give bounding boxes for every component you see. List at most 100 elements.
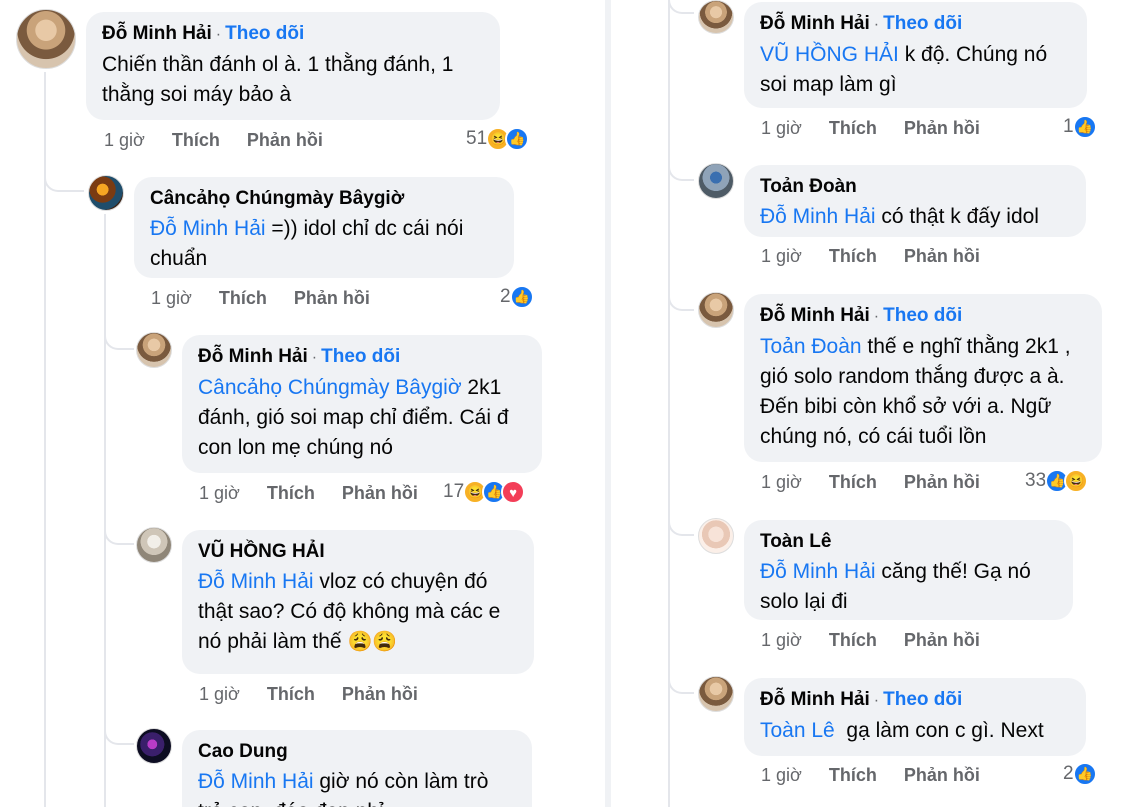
author-name[interactable]: Đỗ Minh Hải: [760, 305, 870, 326]
timestamp[interactable]: 1 giờ: [151, 288, 192, 308]
haha-icon: 😆: [1064, 469, 1089, 493]
like-button[interactable]: Thích: [267, 684, 315, 704]
avatar[interactable]: [698, 292, 734, 328]
like-icon: 👍: [1072, 762, 1097, 786]
author-name[interactable]: VŨ HỒNG HẢI: [198, 540, 518, 564]
mention-link[interactable]: Đỗ Minh Hải: [150, 217, 266, 240]
reaction-count: 2: [1063, 763, 1074, 784]
timestamp[interactable]: 1 giờ: [761, 246, 802, 266]
author-name[interactable]: Đỗ Minh Hải: [102, 23, 212, 44]
comment-text: Đỗ Minh Hải giờ nó còn làm trò trẻ con, …: [198, 770, 489, 807]
avatar[interactable]: [136, 728, 172, 764]
reply-button[interactable]: Phản hồi: [342, 684, 418, 704]
comment-actions: 1 giờ Thích Phản hồi: [199, 684, 440, 705]
reply-button[interactable]: Phản hồi: [904, 765, 980, 785]
reaction-summary[interactable]: 17 😆 👍 ♥: [443, 480, 526, 504]
timestamp[interactable]: 1 giờ: [761, 472, 802, 492]
author-name[interactable]: Đỗ Minh Hải: [760, 689, 870, 710]
comment-actions: 1 giờ Thích Phản hồi: [151, 288, 392, 309]
reaction-count: 2: [500, 286, 511, 307]
comment-text: Đỗ Minh Hải vloz có chuyện đó thật sao? …: [198, 570, 501, 653]
thread-elbow: [44, 140, 84, 192]
comment-text: VŨ HỒNG HẢI k độ. Chúng nó soi map làm g…: [760, 43, 1048, 96]
mention-link[interactable]: VŨ HỒNG HẢI: [760, 43, 899, 66]
thread-elbow: [668, 500, 694, 536]
timestamp[interactable]: 1 giờ: [761, 118, 802, 138]
like-button[interactable]: Thích: [829, 118, 877, 138]
author-name[interactable]: Đỗ Minh Hải: [760, 13, 870, 34]
author-name[interactable]: Đỗ Minh Hải: [198, 346, 308, 367]
like-button[interactable]: Thích: [829, 765, 877, 785]
like-button[interactable]: Thích: [829, 630, 877, 650]
reply-button[interactable]: Phản hồi: [904, 630, 980, 650]
comment-bubble: Câncảhọ Chúngmày Bâygiờ Đỗ Minh Hải =)) …: [134, 177, 514, 278]
avatar[interactable]: [88, 175, 124, 211]
mention-link[interactable]: Đỗ Minh Hải: [760, 205, 876, 228]
author-name[interactable]: Câncảhọ Chúngmày Bâygiờ: [150, 187, 498, 211]
reaction-count: 17: [443, 481, 465, 502]
comment-bubble: Đỗ Minh Hải · Theo dõi Toản Đoàn thế e ngh…: [744, 294, 1102, 462]
like-button[interactable]: Thích: [267, 483, 315, 503]
timestamp[interactable]: 1 giờ: [199, 684, 240, 704]
avatar[interactable]: [698, 518, 734, 554]
reaction-count: 1: [1063, 116, 1074, 137]
love-icon: ♥: [501, 480, 526, 504]
avatar[interactable]: [698, 0, 734, 34]
follow-link[interactable]: Theo dõi: [225, 23, 304, 44]
avatar[interactable]: [136, 332, 172, 368]
reaction-summary[interactable]: 1 👍: [1063, 115, 1097, 139]
timestamp[interactable]: 1 giờ: [761, 630, 802, 650]
thread-elbow: [668, 658, 694, 694]
follow-link[interactable]: Theo dõi: [321, 346, 400, 367]
reply-button[interactable]: Phản hồi: [342, 483, 418, 503]
like-button[interactable]: Thích: [172, 130, 220, 150]
reply-button[interactable]: Phản hồi: [294, 288, 370, 308]
reaction-count: 51: [466, 128, 488, 149]
avatar[interactable]: [698, 163, 734, 199]
mention-link[interactable]: Đỗ Minh Hải: [198, 570, 314, 593]
reaction-summary[interactable]: 2 👍: [1063, 762, 1097, 786]
separator-dot: ·: [873, 308, 880, 325]
follow-link[interactable]: Theo dõi: [883, 305, 962, 326]
mention-link[interactable]: Toàn Lê: [760, 719, 835, 742]
avatar[interactable]: [698, 676, 734, 712]
reply-button[interactable]: Phản hồi: [247, 130, 323, 150]
reaction-summary[interactable]: 33 👍 😆: [1025, 469, 1089, 493]
thread-elbow: [104, 505, 134, 545]
like-button[interactable]: Thích: [219, 288, 267, 308]
reply-button[interactable]: Phản hồi: [904, 246, 980, 266]
reply-button[interactable]: Phản hồi: [904, 118, 980, 138]
follow-link[interactable]: Theo dõi: [883, 689, 962, 710]
author-name[interactable]: Toản Đoàn: [760, 175, 1070, 199]
author-name[interactable]: Cao Dung: [198, 740, 516, 764]
thread-elbow: [104, 705, 134, 745]
mention-link[interactable]: Câncảhọ Chúngmày Bâygiờ: [198, 376, 462, 399]
like-button[interactable]: Thích: [829, 246, 877, 266]
follow-link[interactable]: Theo dõi: [883, 13, 962, 34]
avatar[interactable]: [136, 527, 172, 563]
comment-text: Đỗ Minh Hải căng thế! Gạ nó solo lại đi: [760, 560, 1031, 613]
comment-actions: 1 giờ Thích Phản hồi: [761, 118, 1002, 139]
comment-actions: 1 giờ Thích Phản hồi: [761, 472, 1002, 493]
author-name[interactable]: Toàn Lê: [760, 530, 1057, 554]
mention-link[interactable]: Đỗ Minh Hải: [198, 770, 314, 793]
timestamp[interactable]: 1 giờ: [761, 765, 802, 785]
comment-bubble: VŨ HỒNG HẢI Đỗ Minh Hải vloz có chuyện đ…: [182, 530, 534, 674]
weary-face-emoji: 😩😩: [347, 631, 398, 653]
mention-link[interactable]: Đỗ Minh Hải: [760, 560, 876, 583]
comment-bubble: Đỗ Minh Hải · Theo dõi Toàn Lê gạ làm con …: [744, 678, 1086, 756]
comment-bubble: Đỗ Minh Hải · Theo dõi Chiến thần đánh ol …: [86, 12, 500, 120]
like-button[interactable]: Thích: [829, 472, 877, 492]
column-divider: [605, 0, 611, 807]
comment-bubble: Đỗ Minh Hải · Theo dõi Câncảhọ Chúngmày Bâ…: [182, 335, 542, 473]
mention-link[interactable]: Toản Đoàn: [760, 335, 862, 358]
avatar[interactable]: [16, 9, 76, 69]
timestamp[interactable]: 1 giờ: [104, 130, 145, 150]
reaction-summary[interactable]: 51 😆 👍: [466, 127, 530, 151]
reply-button[interactable]: Phản hồi: [904, 472, 980, 492]
reaction-summary[interactable]: 2 👍: [500, 285, 534, 309]
comment-text: Toản Đoàn thế e nghĩ thằng 2k1 , gió sol…: [760, 335, 1071, 448]
comment-bubble: Toản Đoàn Đỗ Minh Hải có thật k đấy idol: [744, 165, 1086, 237]
comment-bubble: Cao Dung Đỗ Minh Hải giờ nó còn làm trò …: [182, 730, 532, 807]
timestamp[interactable]: 1 giờ: [199, 483, 240, 503]
